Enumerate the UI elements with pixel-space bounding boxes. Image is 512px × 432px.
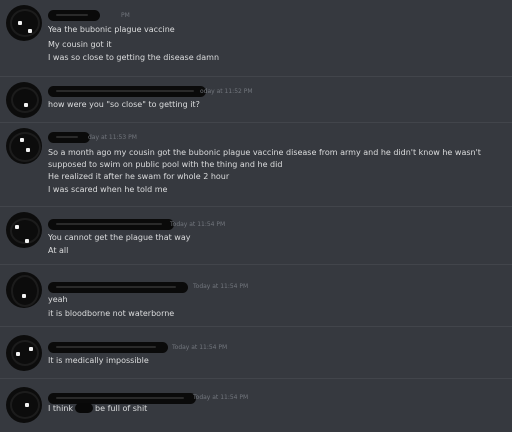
message-timestamp: PM — [121, 12, 130, 19]
message-timestamp: Today at 11:54 PM — [172, 344, 228, 351]
message-text-end: be full of shit — [95, 404, 148, 413]
avatar[interactable] — [6, 212, 42, 248]
message-timestamp: Today at 11:54 PM — [193, 394, 249, 401]
avatar-speck — [16, 352, 20, 356]
avatar-speck — [20, 138, 24, 142]
message-text: I was scared when he told me — [48, 185, 168, 194]
redacted-name — [75, 403, 94, 413]
message-text: At all — [48, 246, 69, 255]
avatar[interactable] — [6, 128, 42, 164]
avatar-scribble — [10, 9, 40, 37]
message-text: Yea the bubonic plague vaccine — [48, 25, 175, 34]
message-group: Today at 11:54 PM It is medically imposs… — [0, 326, 512, 376]
avatar[interactable] — [6, 5, 42, 41]
message-text: So a month ago my cousin got the bubonic… — [48, 148, 481, 169]
username-redacted[interactable] — [48, 132, 90, 143]
avatar[interactable] — [6, 387, 42, 423]
avatar[interactable] — [6, 335, 42, 371]
avatar-speck — [15, 225, 19, 229]
message-text: He realized it after he swam for whole 2… — [48, 172, 230, 181]
avatar-speck — [22, 294, 26, 298]
avatar-speck — [25, 239, 29, 243]
message-text: It is medically impossible — [48, 356, 149, 365]
message-timestamp: oday at 11:52 PM — [200, 88, 253, 95]
message-text: I was so close to getting the disease da… — [48, 53, 220, 62]
username-redacted[interactable] — [48, 282, 188, 293]
avatar-scribble — [11, 87, 39, 113]
avatar-speck — [26, 148, 30, 152]
avatar-speck — [28, 29, 32, 33]
message-text: it is bloodborne not waterborne — [48, 309, 175, 318]
username-redacted[interactable] — [48, 10, 100, 21]
message-timestamp: Today at 11:54 PM — [170, 221, 226, 228]
avatar[interactable] — [6, 272, 42, 308]
avatar-scribble — [9, 132, 41, 162]
message-text: how were you "so close" to getting it? — [48, 100, 200, 109]
message-text-start: I think — [48, 404, 74, 413]
username-redacted[interactable] — [48, 86, 206, 97]
message-text: yeah — [48, 295, 68, 304]
avatar[interactable] — [6, 82, 42, 118]
message-timestamp: Today at 11:54 PM — [193, 283, 249, 290]
message-group: oday at 11:52 PM how were you "so close"… — [0, 76, 512, 120]
username-redacted[interactable] — [48, 219, 174, 230]
avatar-scribble — [11, 275, 39, 307]
avatar-speck — [18, 21, 22, 25]
message-timestamp: day at 11:53 PM — [88, 134, 137, 141]
chat-message-list: PM Yea the bubonic plague vaccine My cou… — [0, 0, 512, 432]
message-text: You cannot get the plague that way — [48, 233, 191, 242]
message-group: day at 11:53 PM So a month ago my cousin… — [0, 122, 512, 204]
username-redacted[interactable] — [48, 342, 168, 353]
message-group: PM Yea the bubonic plague vaccine My cou… — [0, 0, 512, 76]
message-text: My cousin got it — [48, 40, 112, 49]
message-group: Today at 11:54 PM You cannot get the pla… — [0, 206, 512, 262]
message-text: I think be full of shit — [48, 403, 147, 415]
avatar-speck — [29, 347, 33, 351]
message-group: Today at 11:54 PM yeah it is bloodborne … — [0, 264, 512, 324]
avatar-speck — [25, 403, 29, 407]
avatar-speck — [24, 103, 28, 107]
message-group: Today at 11:54 PM I think be full of shit — [0, 378, 512, 432]
